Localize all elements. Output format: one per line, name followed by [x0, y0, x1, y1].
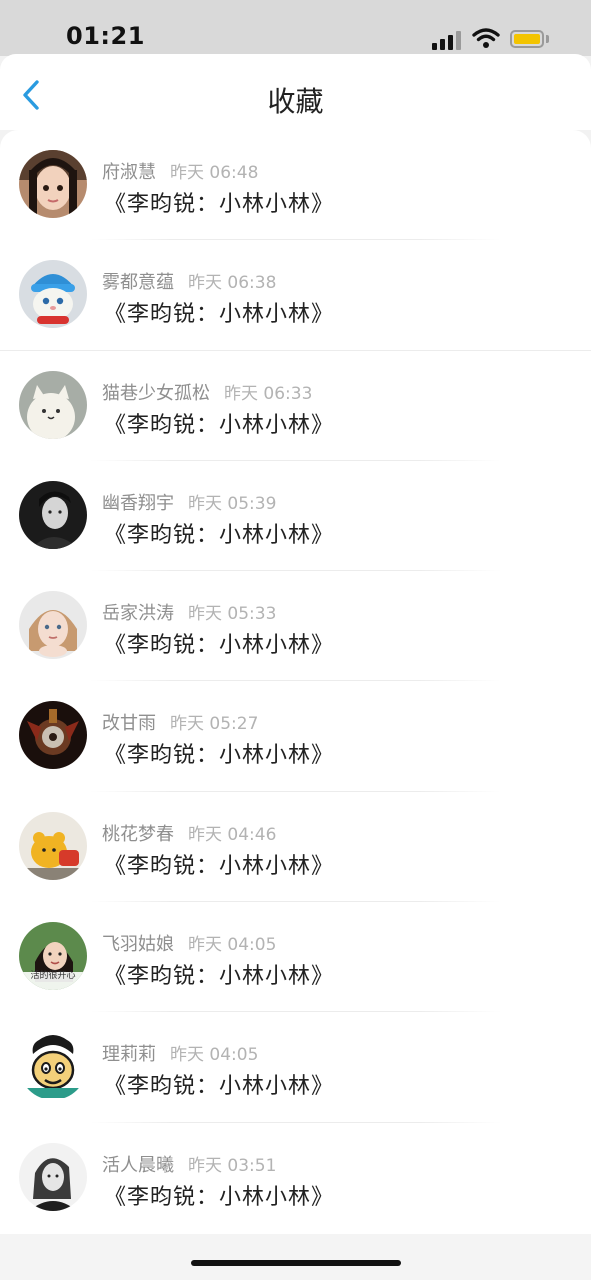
post-time: 昨天 04:46 — [188, 824, 277, 845]
user-name[interactable]: 猫巷少女孤松 — [102, 383, 210, 404]
post-title[interactable]: 《李昀锐：小林小林》 — [104, 407, 334, 439]
avatar-caption: 活的很开心 — [30, 971, 76, 982]
bottom-safe-area — [0, 1234, 591, 1280]
battery-icon — [510, 30, 544, 48]
post-title[interactable]: 《李昀锐：小林小林》 — [104, 848, 334, 880]
favorites-list: 府淑慧 昨天 06:48 《李昀锐：小林小林》 雾都意蕴 昨天 06:38 《李昀锐：小林… — [0, 130, 591, 1233]
avatar[interactable] — [19, 1032, 87, 1101]
user-name[interactable]: 岳家洪涛 — [102, 603, 174, 624]
user-name[interactable]: 桃花梦春 — [102, 824, 174, 845]
nav-bar: 收藏 — [0, 54, 591, 130]
item-meta: 雾都意蕴 昨天 06:38 — [102, 268, 276, 294]
item-meta: 改甘雨 昨天 05:27 — [102, 709, 258, 735]
list-item[interactable]: 活人晨曦 昨天 03:51 《李昀锐：小林小林》 — [0, 1123, 591, 1233]
list-item[interactable]: 理莉莉 昨天 04:05 《李昀锐：小林小林》 — [0, 1012, 591, 1123]
post-title[interactable]: 《李昀锐：小林小林》 — [104, 958, 334, 990]
list-item[interactable]: 猫巷少女孤松 昨天 06:33 《李昀锐：小林小林》 — [0, 351, 591, 461]
user-name[interactable]: 府淑慧 — [102, 162, 156, 183]
wifi-icon — [472, 28, 500, 48]
post-time: 昨天 03:51 — [188, 1155, 277, 1176]
avatar[interactable] — [19, 150, 87, 218]
post-title[interactable]: 《李昀锐：小林小林》 — [104, 296, 334, 328]
item-meta: 桃花梦春 昨天 04:46 — [102, 820, 276, 846]
user-name[interactable]: 幽香翔宇 — [102, 493, 174, 514]
post-time: 昨天 05:33 — [188, 604, 277, 625]
avatar[interactable] — [19, 260, 87, 329]
post-time: 昨天 06:48 — [170, 163, 259, 183]
avatar[interactable] — [19, 370, 87, 439]
item-meta: 理莉莉 昨天 04:05 — [102, 1040, 258, 1066]
user-name[interactable]: 改甘雨 — [102, 713, 156, 734]
post-time: 昨天 05:39 — [188, 493, 277, 514]
post-time: 昨天 06:33 — [224, 383, 313, 404]
post-time: 昨天 05:27 — [170, 714, 259, 735]
favorites-list-panel: 府淑慧 昨天 06:48 《李昀锐：小林小林》 雾都意蕴 昨天 06:38 《李昀锐：小林… — [0, 130, 591, 1234]
item-meta: 幽香翔宇 昨天 05:39 — [102, 489, 276, 515]
list-item[interactable]: 雾都意蕴 昨天 06:38 《李昀锐：小林小林》 — [0, 240, 591, 351]
user-name[interactable]: 飞羽姑娘 — [102, 934, 174, 955]
avatar[interactable] — [19, 701, 87, 770]
avatar[interactable]: 活的很开心 — [19, 922, 87, 991]
avatar[interactable] — [19, 480, 87, 549]
list-item[interactable]: 改甘雨 昨天 05:27 《李昀锐：小林小林》 — [0, 681, 591, 792]
post-title[interactable]: 《李昀锐：小林小林》 — [104, 737, 334, 769]
list-item[interactable]: 岳家洪涛 昨天 05:33 《李昀锐：小林小林》 — [0, 571, 591, 682]
post-title[interactable]: 《李昀锐：小林小林》 — [104, 1068, 334, 1100]
status-bar: 01:21 — [0, 0, 591, 56]
post-time: 昨天 04:05 — [170, 1045, 259, 1066]
item-meta: 飞羽姑娘 昨天 04:05 — [102, 930, 276, 956]
user-name[interactable]: 活人晨曦 — [102, 1155, 174, 1176]
item-meta: 活人晨曦 昨天 03:51 — [102, 1151, 276, 1177]
post-title[interactable]: 《李昀锐：小林小林》 — [104, 186, 334, 218]
list-item[interactable]: 活的很开心 飞羽姑娘 昨天 04:05 《李昀锐：小林小林》 — [0, 902, 591, 1013]
list-item[interactable]: 幽香翔宇 昨天 05:39 《李昀锐：小林小林》 — [0, 461, 591, 572]
post-title[interactable]: 《李昀锐：小林小林》 — [104, 1179, 334, 1211]
post-time: 昨天 04:05 — [188, 935, 277, 956]
item-meta: 岳家洪涛 昨天 05:33 — [102, 599, 276, 625]
favorites-screen: 01:21 收藏 府淑慧 昨天 06:48 《李昀锐：小林小林》 雾都意蕴 昨天 06:… — [0, 0, 591, 1280]
battery-level — [514, 34, 540, 44]
list-item[interactable]: 府淑慧 昨天 06:48 《李昀锐：小林小林》 — [0, 130, 591, 241]
post-title[interactable]: 《李昀锐：小林小林》 — [104, 517, 334, 549]
item-meta: 府淑慧 昨天 06:48 — [102, 158, 258, 184]
status-time: 01:21 — [66, 22, 145, 50]
cellular-signal-icon — [432, 30, 462, 50]
post-time: 昨天 06:38 — [188, 273, 277, 294]
home-indicator[interactable] — [191, 1260, 401, 1266]
battery-cap — [546, 35, 549, 43]
user-name[interactable]: 理莉莉 — [102, 1044, 156, 1065]
page-title: 收藏 — [267, 85, 324, 118]
avatar[interactable] — [19, 811, 87, 880]
avatar[interactable] — [19, 591, 87, 660]
item-meta: 猫巷少女孤松 昨天 06:33 — [102, 379, 312, 405]
avatar[interactable] — [19, 1142, 87, 1211]
user-name[interactable]: 雾都意蕴 — [102, 272, 174, 293]
post-title[interactable]: 《李昀锐：小林小林》 — [104, 627, 334, 659]
list-item[interactable]: 桃花梦春 昨天 04:46 《李昀锐：小林小林》 — [0, 792, 591, 903]
